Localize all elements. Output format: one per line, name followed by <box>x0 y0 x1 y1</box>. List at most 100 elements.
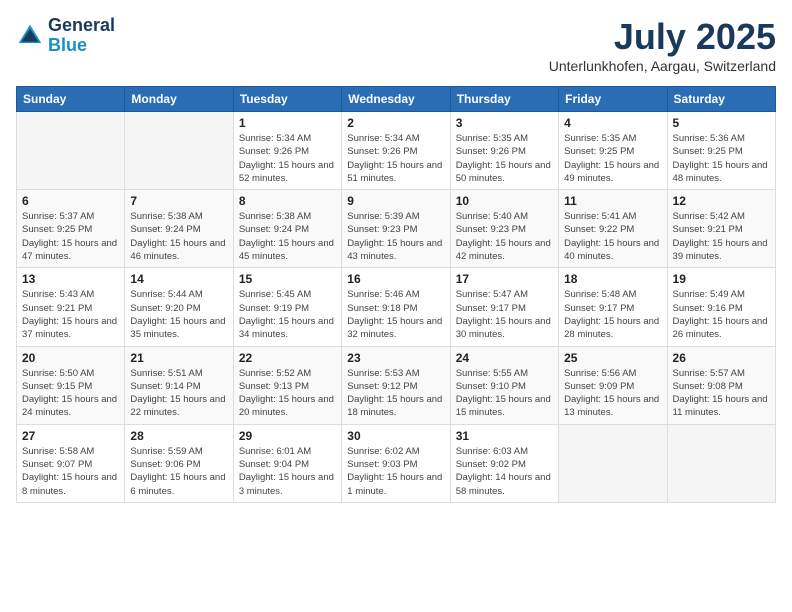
day-number: 20 <box>22 351 119 365</box>
day-number: 4 <box>564 116 661 130</box>
day-info: Sunrise: 5:55 AM Sunset: 9:10 PM Dayligh… <box>456 367 553 420</box>
day-number: 21 <box>130 351 227 365</box>
table-row: 29 Sunrise: 6:01 AM Sunset: 9:04 PM Dayli… <box>233 424 341 502</box>
day-number: 22 <box>239 351 336 365</box>
table-row <box>17 112 125 190</box>
day-info: Sunrise: 5:44 AM Sunset: 9:20 PM Dayligh… <box>130 288 227 341</box>
title-block: July 2025 Unterlunkhofen, Aargau, Switze… <box>549 16 776 74</box>
table-row: 9 Sunrise: 5:39 AM Sunset: 9:23 PM Daylig… <box>342 190 450 268</box>
day-info: Sunrise: 5:57 AM Sunset: 9:08 PM Dayligh… <box>673 367 770 420</box>
page-header: General Blue July 2025 Unterlunkhofen, A… <box>16 16 776 74</box>
day-number: 23 <box>347 351 444 365</box>
header-tuesday: Tuesday <box>233 87 341 112</box>
calendar-week-1: 1 Sunrise: 5:34 AM Sunset: 9:26 PM Daylig… <box>17 112 776 190</box>
table-row: 5 Sunrise: 5:36 AM Sunset: 9:25 PM Daylig… <box>667 112 775 190</box>
header-wednesday: Wednesday <box>342 87 450 112</box>
day-number: 11 <box>564 194 661 208</box>
month-title: July 2025 <box>549 16 776 58</box>
day-info: Sunrise: 5:36 AM Sunset: 9:25 PM Dayligh… <box>673 132 770 185</box>
day-number: 12 <box>673 194 770 208</box>
table-row: 16 Sunrise: 5:46 AM Sunset: 9:18 PM Dayli… <box>342 268 450 346</box>
header-sunday: Sunday <box>17 87 125 112</box>
table-row: 18Sunrise: 5:48 AM Sunset: 9:17 PM Dayli… <box>559 268 667 346</box>
table-row: 12 Sunrise: 5:42 AM Sunset: 9:21 PM Dayli… <box>667 190 775 268</box>
header-monday: Monday <box>125 87 233 112</box>
day-info: Sunrise: 5:49 AM Sunset: 9:16 PM Dayligh… <box>673 288 770 341</box>
table-row: 4 Sunrise: 5:35 AM Sunset: 9:25 PM Daylig… <box>559 112 667 190</box>
day-number: 8 <box>239 194 336 208</box>
day-number: 6 <box>22 194 119 208</box>
day-info: Sunrise: 5:34 AM Sunset: 9:26 PM Dayligh… <box>347 132 444 185</box>
day-info: Sunrise: 5:53 AM Sunset: 9:12 PM Dayligh… <box>347 367 444 420</box>
day-info: Sunrise: 5:38 AM Sunset: 9:24 PM Dayligh… <box>239 210 336 263</box>
table-row: 27Sunrise: 5:58 AM Sunset: 9:07 PM Dayli… <box>17 424 125 502</box>
header-thursday: Thursday <box>450 87 558 112</box>
table-row: 14 Sunrise: 5:44 AM Sunset: 9:20 PM Dayli… <box>125 268 233 346</box>
day-info: Sunrise: 5:51 AM Sunset: 9:14 PM Dayligh… <box>130 367 227 420</box>
day-number: 17 <box>456 272 553 286</box>
day-info: Sunrise: 6:03 AM Sunset: 9:02 PM Dayligh… <box>456 445 553 498</box>
table-row: 2 Sunrise: 5:34 AM Sunset: 9:26 PM Daylig… <box>342 112 450 190</box>
table-row: 11 Sunrise: 5:41 AM Sunset: 9:22 PM Dayli… <box>559 190 667 268</box>
day-info: Sunrise: 5:45 AM Sunset: 9:19 PM Dayligh… <box>239 288 336 341</box>
table-row <box>125 112 233 190</box>
table-row: 17Sunrise: 5:47 AM Sunset: 9:17 PM Dayli… <box>450 268 558 346</box>
calendar-week-2: 6 Sunrise: 5:37 AM Sunset: 9:25 PM Daylig… <box>17 190 776 268</box>
calendar-week-5: 27Sunrise: 5:58 AM Sunset: 9:07 PM Dayli… <box>17 424 776 502</box>
table-row: 6 Sunrise: 5:37 AM Sunset: 9:25 PM Daylig… <box>17 190 125 268</box>
day-number: 16 <box>347 272 444 286</box>
day-info: Sunrise: 5:39 AM Sunset: 9:23 PM Dayligh… <box>347 210 444 263</box>
day-info: Sunrise: 5:40 AM Sunset: 9:23 PM Dayligh… <box>456 210 553 263</box>
table-row: 20Sunrise: 5:50 AM Sunset: 9:15 PM Dayli… <box>17 346 125 424</box>
day-info: Sunrise: 5:41 AM Sunset: 9:22 PM Dayligh… <box>564 210 661 263</box>
table-row: 23 Sunrise: 5:53 AM Sunset: 9:12 PM Dayli… <box>342 346 450 424</box>
day-number: 1 <box>239 116 336 130</box>
day-number: 24 <box>456 351 553 365</box>
table-row: 8 Sunrise: 5:38 AM Sunset: 9:24 PM Daylig… <box>233 190 341 268</box>
day-number: 31 <box>456 429 553 443</box>
day-number: 5 <box>673 116 770 130</box>
day-number: 2 <box>347 116 444 130</box>
day-number: 28 <box>130 429 227 443</box>
table-row: 13 Sunrise: 5:43 AM Sunset: 9:21 PM Dayli… <box>17 268 125 346</box>
day-number: 14 <box>130 272 227 286</box>
day-number: 9 <box>347 194 444 208</box>
calendar-week-3: 13 Sunrise: 5:43 AM Sunset: 9:21 PM Dayli… <box>17 268 776 346</box>
logo-icon <box>16 22 44 50</box>
day-number: 19 <box>673 272 770 286</box>
calendar-week-4: 20Sunrise: 5:50 AM Sunset: 9:15 PM Dayli… <box>17 346 776 424</box>
table-row: 26 Sunrise: 5:57 AM Sunset: 9:08 PM Dayli… <box>667 346 775 424</box>
day-number: 26 <box>673 351 770 365</box>
table-row: 10 Sunrise: 5:40 AM Sunset: 9:23 PM Dayli… <box>450 190 558 268</box>
day-info: Sunrise: 5:42 AM Sunset: 9:21 PM Dayligh… <box>673 210 770 263</box>
header-friday: Friday <box>559 87 667 112</box>
logo: General Blue <box>16 16 115 56</box>
table-row: 22Sunrise: 5:52 AM Sunset: 9:13 PM Dayli… <box>233 346 341 424</box>
table-row <box>667 424 775 502</box>
day-info: Sunrise: 5:46 AM Sunset: 9:18 PM Dayligh… <box>347 288 444 341</box>
day-number: 29 <box>239 429 336 443</box>
day-number: 30 <box>347 429 444 443</box>
calendar-header-row: Sunday Monday Tuesday Wednesday Thursday… <box>17 87 776 112</box>
table-row: 31 Sunrise: 6:03 AM Sunset: 9:02 PM Dayli… <box>450 424 558 502</box>
table-row: 24 Sunrise: 5:55 AM Sunset: 9:10 PM Dayli… <box>450 346 558 424</box>
table-row: 30Sunrise: 6:02 AM Sunset: 9:03 PM Dayli… <box>342 424 450 502</box>
logo-text-line2: Blue <box>48 36 115 56</box>
day-info: Sunrise: 6:01 AM Sunset: 9:04 PM Dayligh… <box>239 445 336 498</box>
day-number: 15 <box>239 272 336 286</box>
table-row <box>559 424 667 502</box>
calendar-table: Sunday Monday Tuesday Wednesday Thursday… <box>16 86 776 503</box>
day-info: Sunrise: 5:58 AM Sunset: 9:07 PM Dayligh… <box>22 445 119 498</box>
day-number: 25 <box>564 351 661 365</box>
day-number: 13 <box>22 272 119 286</box>
day-info: Sunrise: 5:35 AM Sunset: 9:26 PM Dayligh… <box>456 132 553 185</box>
day-info: Sunrise: 5:43 AM Sunset: 9:21 PM Dayligh… <box>22 288 119 341</box>
header-saturday: Saturday <box>667 87 775 112</box>
table-row: 15 Sunrise: 5:45 AM Sunset: 9:19 PM Dayli… <box>233 268 341 346</box>
table-row: 3Sunrise: 5:35 AM Sunset: 9:26 PM Daylig… <box>450 112 558 190</box>
day-number: 18 <box>564 272 661 286</box>
day-info: Sunrise: 5:37 AM Sunset: 9:25 PM Dayligh… <box>22 210 119 263</box>
day-info: Sunrise: 5:35 AM Sunset: 9:25 PM Dayligh… <box>564 132 661 185</box>
table-row: 19 Sunrise: 5:49 AM Sunset: 9:16 PM Dayli… <box>667 268 775 346</box>
day-number: 10 <box>456 194 553 208</box>
